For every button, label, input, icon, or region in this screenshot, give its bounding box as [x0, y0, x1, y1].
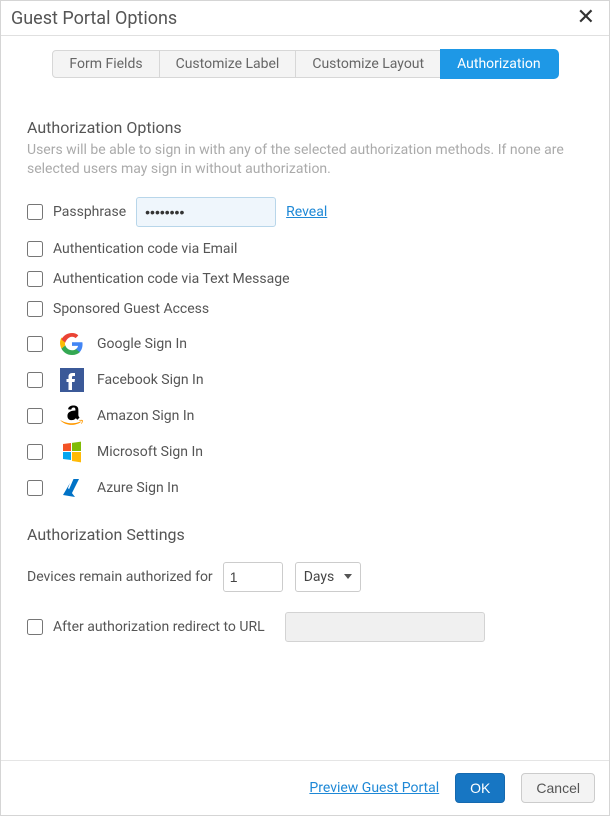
tab-customize-label[interactable]: Customize Label [160, 50, 297, 78]
reveal-link[interactable]: Reveal [286, 204, 327, 220]
duration-label: Devices remain authorized for [27, 569, 213, 585]
duration-unit-select[interactable]: Days [295, 562, 362, 592]
authorization-settings-heading: Authorization Settings [27, 525, 583, 544]
option-sms-row: Authentication code via Text Message [27, 271, 583, 287]
close-icon[interactable]: ✕ [573, 7, 599, 29]
azure-checkbox[interactable] [27, 480, 43, 496]
email-checkbox[interactable] [27, 241, 43, 257]
chevron-down-icon [344, 574, 352, 579]
tab-authorization[interactable]: Authorization [441, 50, 557, 78]
tab-customize-layout[interactable]: Customize Layout [296, 50, 441, 78]
facebook-label: Facebook Sign In [97, 372, 204, 388]
microsoft-icon [59, 439, 85, 465]
passphrase-label: Passphrase [53, 204, 126, 220]
facebook-icon [59, 367, 85, 393]
microsoft-checkbox[interactable] [27, 444, 43, 460]
sms-checkbox[interactable] [27, 271, 43, 287]
redirect-url-input[interactable] [285, 612, 485, 642]
option-google-row: Google Sign In [27, 331, 583, 357]
tab-form-fields[interactable]: Form Fields [52, 50, 159, 78]
titlebar: Guest Portal Options ✕ [1, 1, 609, 36]
authorization-options-description: Users will be able to sign in with any o… [27, 141, 583, 179]
preview-guest-portal-link[interactable]: Preview Guest Portal [309, 780, 439, 796]
option-sponsor-row: Sponsored Guest Access [27, 301, 583, 317]
duration-unit-label: Days [304, 569, 335, 585]
amazon-icon [59, 403, 85, 429]
sms-label: Authentication code via Text Message [53, 271, 290, 287]
google-label: Google Sign In [97, 336, 187, 352]
cancel-button[interactable]: Cancel [521, 773, 595, 803]
duration-row: Devices remain authorized for Days [27, 562, 583, 592]
dialog-title: Guest Portal Options [11, 8, 177, 29]
passphrase-input[interactable] [136, 197, 276, 227]
facebook-checkbox[interactable] [27, 372, 43, 388]
option-facebook-row: Facebook Sign In [27, 367, 583, 393]
azure-icon [59, 475, 85, 501]
google-checkbox[interactable] [27, 336, 43, 352]
dialog-footer: Preview Guest Portal OK Cancel [1, 760, 609, 815]
option-azure-row: Azure Sign In [27, 475, 583, 501]
passphrase-checkbox[interactable] [27, 204, 43, 220]
guest-portal-options-dialog: Guest Portal Options ✕ Form Fields Custo… [0, 0, 610, 816]
option-microsoft-row: Microsoft Sign In [27, 439, 583, 465]
redirect-label: After authorization redirect to URL [53, 619, 265, 635]
duration-input[interactable] [223, 562, 283, 592]
option-amazon-row: Amazon Sign In [27, 403, 583, 429]
amazon-checkbox[interactable] [27, 408, 43, 424]
azure-label: Azure Sign In [97, 480, 179, 496]
option-passphrase-row: Passphrase Reveal [27, 197, 583, 227]
sponsor-checkbox[interactable] [27, 301, 43, 317]
authorization-options-heading: Authorization Options [27, 118, 583, 137]
ok-button[interactable]: OK [455, 773, 505, 803]
tab-bar: Form Fields Customize Label Customize La… [27, 50, 583, 78]
redirect-row: After authorization redirect to URL [27, 612, 583, 642]
email-label: Authentication code via Email [53, 241, 237, 257]
dialog-body: Form Fields Customize Label Customize La… [1, 36, 609, 760]
option-email-row: Authentication code via Email [27, 241, 583, 257]
redirect-checkbox[interactable] [27, 619, 43, 635]
google-icon [59, 331, 85, 357]
microsoft-label: Microsoft Sign In [97, 444, 203, 460]
amazon-label: Amazon Sign In [97, 408, 194, 424]
sponsor-label: Sponsored Guest Access [53, 301, 209, 317]
